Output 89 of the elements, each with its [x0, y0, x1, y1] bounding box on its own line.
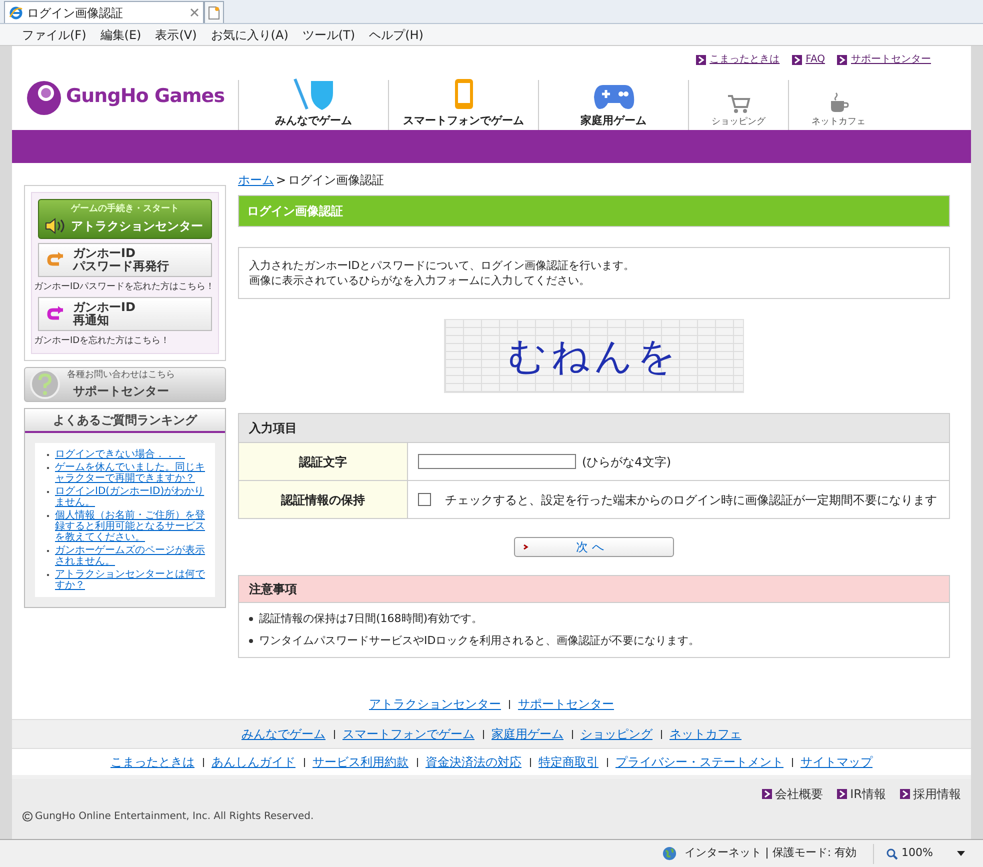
- arrow-icon: [837, 789, 848, 799]
- footer-link[interactable]: 特定商取引: [538, 753, 598, 771]
- remember-checkbox[interactable]: [418, 493, 431, 506]
- attraction-center-button[interactable]: ゲームの手続き・スタート アトラクションセンター: [38, 199, 212, 238]
- header-link[interactable]: こまったときは: [710, 52, 780, 67]
- question-link[interactable]: ログインID(ガンホーID)がわかりません。: [55, 486, 209, 508]
- intro-text: 画像に表示されているひらがなを入力フォームに入力してください。: [249, 273, 591, 288]
- footer-link[interactable]: ネットカフェ: [670, 725, 742, 743]
- footer-link[interactable]: プライバシー・ステートメント: [616, 753, 784, 771]
- new-tab-icon: [208, 6, 220, 20]
- help-text: ガンホーIDを忘れた方はこちら！: [34, 334, 171, 346]
- field-label: 認証文字: [239, 443, 408, 480]
- footer-link[interactable]: ショッピング: [580, 725, 652, 743]
- arrow-icon: [762, 789, 772, 799]
- separator-bar: [606, 758, 608, 766]
- corporate-link[interactable]: 採用情報: [913, 785, 961, 803]
- security-zone-text: インターネット | 保護モード: 有効: [684, 845, 857, 862]
- bullet-icon: [249, 617, 253, 621]
- note-text: ワンタイムパスワードサービスやIDロックを利用されると、画像認証が不要になります。: [259, 633, 700, 649]
- footer-link[interactable]: スマートフォンでゲーム: [342, 725, 474, 743]
- footer-link[interactable]: みんなでゲーム: [242, 725, 326, 743]
- browser-tab[interactable]: ログイン画像認証: [4, 1, 204, 23]
- question-link[interactable]: 個人情報（お名前・ご住所）を登録すると利用可能となるサービスを教えてください。: [55, 510, 209, 543]
- separator-bar: [202, 758, 204, 766]
- globe-icon: [662, 846, 677, 861]
- corporate-link[interactable]: IR情報: [850, 785, 886, 803]
- menu-item[interactable]: ツール(T): [302, 26, 356, 44]
- text-input-field[interactable]: [418, 454, 576, 469]
- footer-link[interactable]: サイトマップ: [800, 753, 872, 771]
- separator-bar: [416, 758, 418, 766]
- support-center-button[interactable]: 各種お問い合わせはこちら サポートセンター: [24, 366, 226, 402]
- speaker-icon: [45, 218, 67, 234]
- shopping-cart-icon: [726, 94, 750, 114]
- gungho-id-button[interactable]: ガンホーID 再通知: [38, 296, 212, 330]
- note-text: 認証情報の保持は7日間(168時間)有効です。: [259, 611, 483, 627]
- arrow-icon: [900, 789, 910, 799]
- tab-title: ログイン画像認証: [27, 4, 124, 22]
- question-mark-icon: [29, 369, 61, 400]
- dropdown-caret-icon[interactable]: [957, 851, 965, 856]
- breadcrumb-separator: >: [276, 172, 286, 189]
- gungho-id-button[interactable]: ガンホーID パスワード再発行: [38, 242, 212, 276]
- new-tab-button[interactable]: [204, 1, 224, 23]
- menu-item[interactable]: ヘルプ(H): [369, 26, 424, 44]
- question-link[interactable]: ログインできない場合．．．: [55, 449, 185, 460]
- footer-link[interactable]: アトラクションセンター: [369, 695, 501, 713]
- copyright-text: GungHo Online Entertainment, Inc. All Rights Reserved.: [35, 810, 314, 824]
- footer-link[interactable]: 家庭用ゲーム: [492, 725, 564, 743]
- footer-link[interactable]: サポートセンター: [518, 695, 614, 713]
- header-link[interactable]: FAQ: [806, 52, 825, 67]
- footer-link[interactable]: 資金決済法の対応: [426, 753, 522, 771]
- field-hint: (ひらがな4文字): [582, 454, 671, 470]
- smartphone-icon: [452, 76, 474, 110]
- separator-bar: [482, 730, 484, 738]
- help-text: ガンホーIDパスワードを忘れた方はこちら！: [34, 280, 216, 292]
- header-link[interactable]: サポートセンター: [851, 52, 931, 67]
- menu-item[interactable]: お気に入り(A): [210, 26, 288, 44]
- footer-link[interactable]: こまったときは: [110, 753, 194, 771]
- zoom-icon: [886, 848, 898, 860]
- footer-link[interactable]: あんしんガイド: [212, 753, 296, 771]
- next-button[interactable]: 次 へ: [514, 537, 674, 557]
- separator-bar: [509, 700, 510, 708]
- breadcrumb-current: ログイン画像認証: [288, 172, 384, 189]
- separator-bar: [660, 730, 662, 738]
- arrow-icon: [792, 54, 802, 64]
- zoom-button[interactable]: 100%: [882, 845, 937, 862]
- bullet-icon: [249, 639, 253, 643]
- page-title: ログイン画像認証: [238, 195, 950, 227]
- copyright-icon: [22, 811, 33, 822]
- browser-logo-icon: [9, 6, 23, 20]
- menu-item[interactable]: 編集(E): [100, 26, 142, 44]
- arrow-icon: [696, 54, 706, 64]
- faq-heading: よくあるご質問ランキング: [25, 409, 225, 433]
- question-link[interactable]: アトラクションセンターとは何ですか？: [55, 569, 209, 591]
- corporate-link[interactable]: 会社概要: [775, 785, 824, 803]
- question-link[interactable]: ガンホーゲームズのページが表示されません。: [55, 545, 209, 567]
- form-heading: 入力項目: [239, 414, 949, 443]
- question-link[interactable]: ゲームを休んでいました。同じキャラクターで再開できますか？: [55, 462, 209, 484]
- close-icon[interactable]: [190, 8, 199, 17]
- menu-item[interactable]: 表示(V): [155, 26, 197, 44]
- footer-link[interactable]: サービス利用約款: [312, 753, 408, 771]
- checkbox-label: チェックすると、設定を行った端末からのログイン時に画像認証が一定期間不要になります: [445, 492, 937, 508]
- notes-heading: 注意事項: [239, 576, 949, 603]
- intro-text: 入力されたガンホーIDとパスワードについて、ログイン画像認証を行います。: [249, 258, 636, 273]
- breadcrumb-link[interactable]: ホーム: [238, 171, 274, 189]
- arrow-icon: [837, 54, 847, 64]
- menu-item[interactable]: ファイル(F): [22, 26, 86, 44]
- logo-text: GungHo Games: [66, 84, 225, 109]
- field-label: 認証情報の保持: [239, 481, 408, 518]
- captcha-image: むねんを: [444, 319, 744, 393]
